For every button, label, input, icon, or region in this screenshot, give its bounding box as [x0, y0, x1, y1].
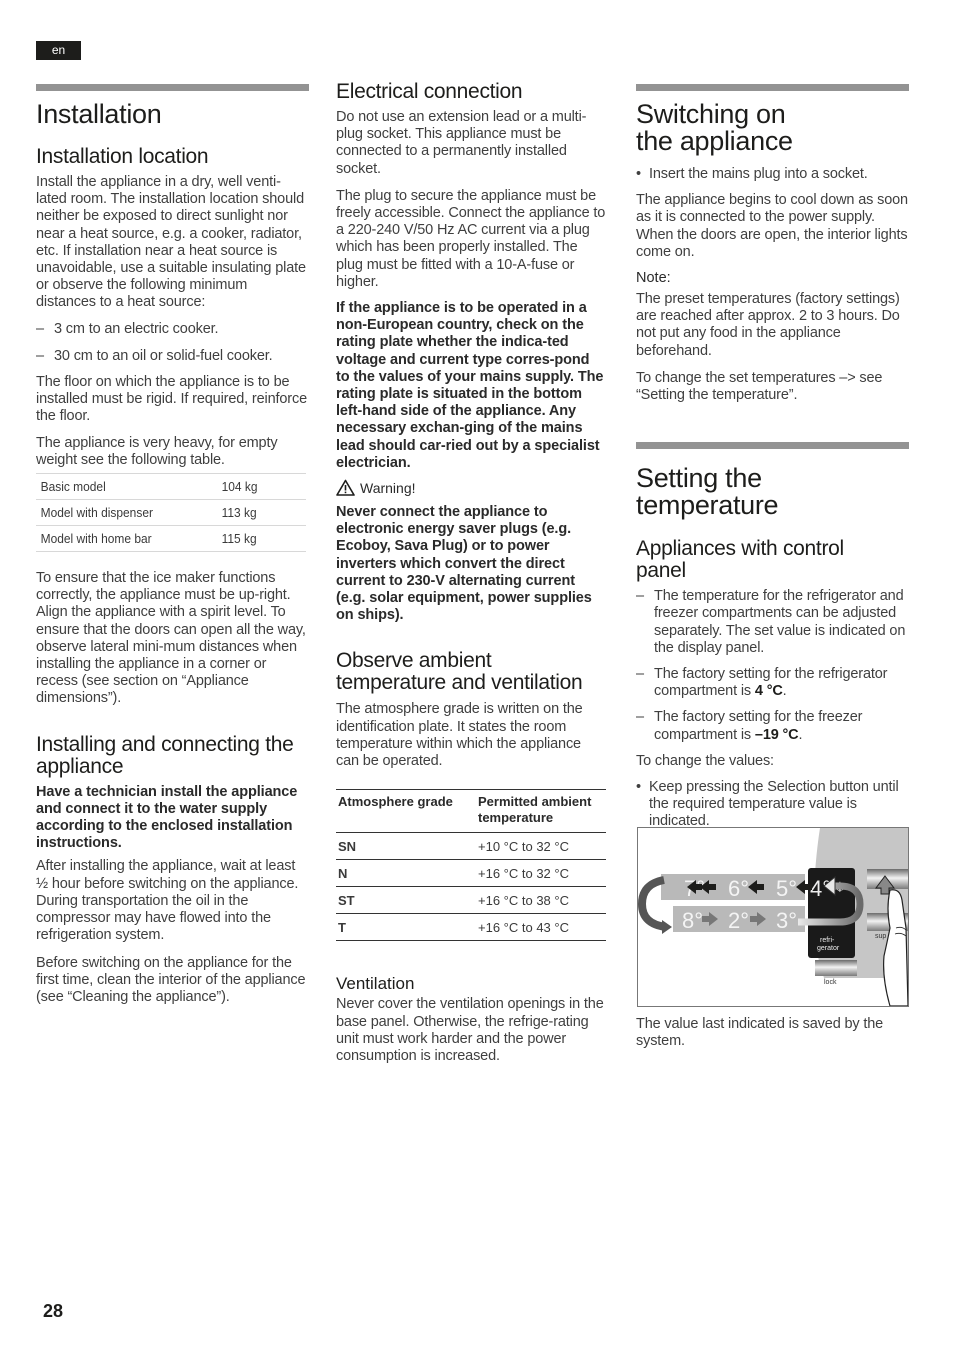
display-label-refrigerator: refri-: [820, 937, 835, 944]
range-cell: +16 °C to 43 °C: [466, 913, 606, 942]
column-installation: Installation Installation location Insta…: [36, 0, 309, 1006]
warning-icon: [336, 479, 355, 496]
heading-installation-location: Installation location: [36, 145, 209, 168]
paragraph-value-saved: The value last indicated is saved by the…: [636, 1016, 884, 1050]
table-row: Basic model 104 kg: [36, 473, 306, 500]
temp-3: 3°: [776, 908, 797, 933]
list-item-distance: –3 cm to an electric cooker.: [36, 320, 219, 337]
column-switching: Switching on the appliance • Insert the m…: [636, 0, 909, 831]
paragraph-clean: Before switching on the appliance for th…: [36, 954, 306, 1005]
page-number: 28: [43, 1301, 64, 1321]
temp-6: 6°: [728, 876, 749, 901]
svg-text:gerator: gerator: [817, 945, 840, 952]
refrigerator-factory-value: 4 °C: [754, 683, 783, 700]
model-cell: Model with home bar: [36, 525, 203, 553]
table-row: Model with home bar 115 kg: [36, 525, 306, 553]
paragraph-warning: Never connect the appliance to electroni…: [336, 504, 592, 624]
list-item-insert-plug: • Insert the mains plug into a socket.: [636, 166, 868, 182]
atmosphere-grade-table: Atmosphere grade Permitted ambient tempe…: [336, 789, 606, 942]
section-title-setting-temperature: Setting the temperature: [636, 463, 779, 521]
list-item-refrigerator-setting: – The factory setting for the refrigerato…: [636, 666, 888, 700]
section-title-switching-on: Switching on the appliance: [636, 99, 793, 156]
temp-5: 5°: [776, 876, 797, 901]
paragraph-location-intro: Install the appliance in a dry, well ven…: [36, 174, 306, 311]
paragraph-non-european: If the appliance is to be operated in a …: [336, 300, 604, 471]
grade-cell: ST: [336, 886, 466, 915]
freezer-factory-value: –19 °C: [754, 726, 799, 743]
heading-ambient-temperature: Observe ambient temperature and ventilat…: [336, 649, 583, 695]
range-cell: +16 °C to 38 °C: [466, 886, 606, 915]
table-row: Model with dispenser 113 kg: [36, 499, 306, 526]
paragraph-change-values: To change the values:: [636, 752, 774, 769]
paragraph-weight-intro: The appliance is very heavy, for empty w…: [36, 434, 278, 468]
table-row: N +16 °C to 32 °C: [336, 859, 606, 888]
header-temperature: Permitted ambient temperature: [466, 789, 606, 834]
weight-cell: 113 kg: [217, 499, 299, 526]
paragraph-ventilation: Never cover the ventilation openings in …: [336, 996, 604, 1064]
weight-cell: 115 kg: [217, 525, 299, 553]
lock-label: lock: [824, 979, 837, 986]
paragraph-technician: Have a technician install the appliance …: [36, 783, 298, 852]
super-label: sup: [875, 933, 886, 940]
grade-cell: N: [336, 859, 466, 888]
paragraph-electrical-2: The plug to secure the appliance must be…: [336, 187, 606, 290]
table-header-row: Atmosphere grade Permitted ambient tempe…: [336, 789, 606, 834]
section-title-installation: Installation: [36, 99, 162, 129]
heading-installing-connecting: Installing and connecting the appliance: [36, 732, 294, 778]
grade-cell: SN: [336, 832, 466, 861]
grade-cell: T: [336, 913, 466, 942]
section-divider: [636, 442, 909, 450]
list-item-temperature: – The temperature for the refrigerator an…: [636, 588, 906, 656]
paragraph-atmosphere-grade: The atmosphere grade is written on the i…: [336, 701, 583, 770]
temp-8: 8°: [682, 908, 703, 933]
column-electrical: Electrical connection Do not use an exte…: [336, 0, 606, 1065]
wrap-arrow-head: [662, 920, 672, 934]
model-cell: Basic model: [36, 473, 203, 500]
range-cell: +16 °C to 32 °C: [466, 859, 606, 888]
range-cell: +10 °C to 32 °C: [466, 832, 606, 861]
header-grade: Atmosphere grade: [336, 789, 466, 834]
control-panel-illustration: 7° 6° 5° 8° 2° 3° 4° ❄ refri- gerator su…: [638, 828, 908, 1006]
paragraph-floor: The floor on which the appliance is to b…: [36, 374, 307, 425]
table-row: T +16 °C to 43 °C: [336, 913, 606, 942]
list-item-selection-button: • Keep pressing the Selection button unti…: [636, 779, 899, 830]
heading-ventilation: Ventilation: [336, 974, 415, 994]
section-divider: [36, 84, 309, 91]
paragraph-wait: After installing the appliance, wait at …: [36, 858, 299, 944]
heading-control-panel: Appliances with control panel: [636, 537, 844, 583]
weights-table: Basic model 104 kg Model with dispenser 11…: [36, 473, 306, 553]
paragraph-ice-maker: To ensure that the ice maker functions c…: [36, 570, 306, 707]
table-row: ST +16 °C to 38 °C: [336, 886, 606, 915]
list-item-distance: –30 cm to an oil or solid-fuel cooker.: [36, 347, 273, 364]
note-label: Note:: [636, 270, 671, 287]
paragraph-see-setting: To change the set temperatures –> see “S…: [636, 369, 883, 404]
heading-electrical-connection: Electrical connection: [336, 80, 523, 103]
section-divider: [636, 84, 909, 91]
warning-label: Warning!: [336, 479, 606, 496]
control-panel-figure: 7° 6° 5° 8° 2° 3° 4° ❄ refri- gerator su…: [637, 827, 909, 1007]
paragraph-electrical-1: Do not use an extension lead or a multi-…: [336, 109, 587, 177]
table-row: SN +10 °C to 32 °C: [336, 832, 606, 861]
weight-cell: 104 kg: [217, 473, 299, 500]
lock-button[interactable]: [815, 960, 857, 976]
paragraph-note: The preset temperatures (factory setting…: [636, 291, 900, 359]
model-cell: Model with dispenser: [36, 499, 203, 526]
temp-2: 2°: [728, 908, 749, 933]
paragraph-cool-down: The appliance begins to cool down as soo…: [636, 192, 908, 260]
list-item-freezer-setting: – The factory setting for the freezer com…: [636, 709, 863, 743]
